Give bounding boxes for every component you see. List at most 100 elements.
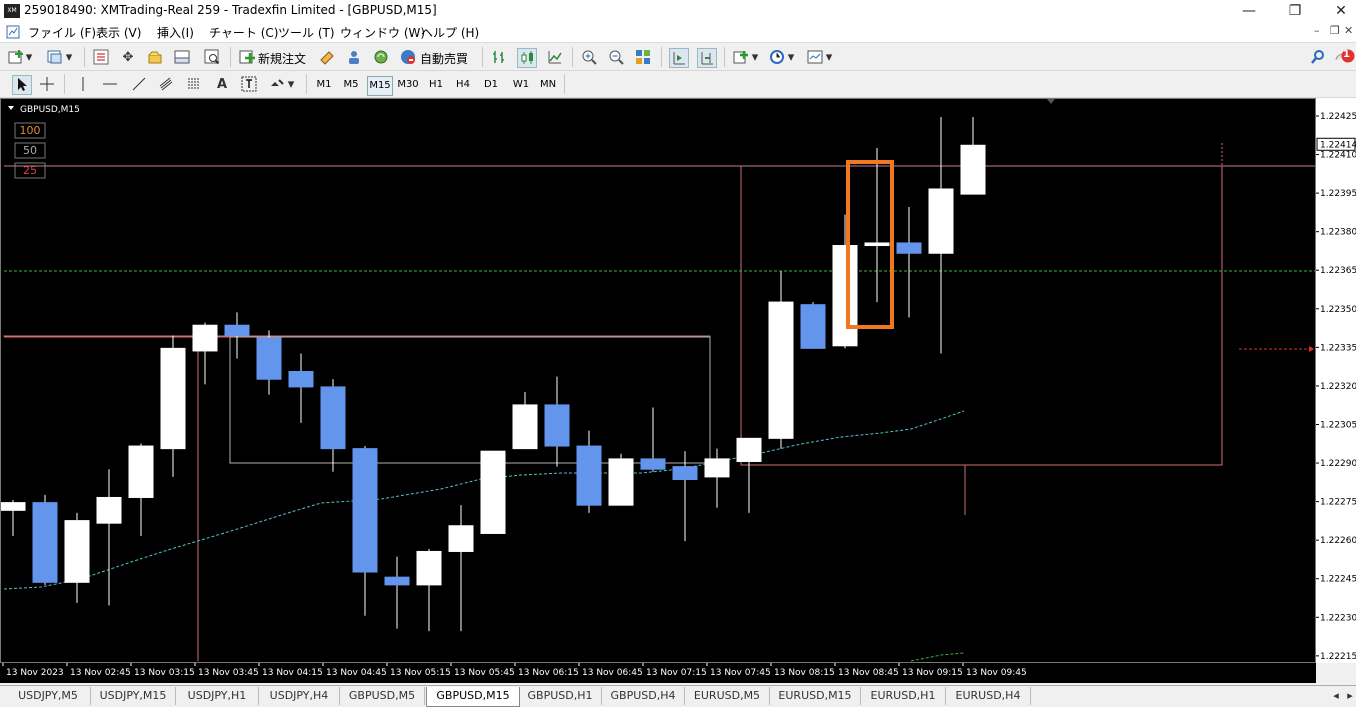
menu-chart[interactable]: チャート (C) (209, 24, 278, 41)
tab-usdjpy-h4[interactable]: USDJPY,H4 (259, 687, 340, 705)
tab-eurusd-m15[interactable]: EURUSD,M15 (770, 687, 861, 705)
tab-eurusd-m5[interactable]: EURUSD,M5 (685, 687, 770, 705)
fibonacci-icon[interactable] (185, 75, 203, 93)
timeframe-w1[interactable]: W1 (510, 76, 532, 94)
menu-help[interactable]: ヘルプ (H) (421, 24, 479, 41)
tab-scroll-left-icon[interactable]: ◂ (1330, 687, 1342, 705)
bear-candle-body (641, 459, 665, 469)
bull-candle-body (865, 243, 889, 246)
tab-usdjpy-h1[interactable]: USDJPY,H1 (176, 687, 259, 705)
x-tick-label: 13 Nov 07:15 (646, 668, 707, 678)
y-tick-label: 1.22260 (1320, 536, 1356, 546)
timeframe-m15[interactable]: M15 (367, 76, 393, 96)
profiles-icon[interactable] (46, 48, 64, 66)
menu-tools[interactable]: ツール (T) (278, 24, 335, 41)
data-window-icon[interactable]: ✥ (119, 48, 137, 66)
auto-trading-button[interactable]: 自動売買 (420, 50, 468, 67)
auto-trading-icon[interactable] (399, 48, 417, 66)
chart-menu-icon[interactable] (8, 106, 14, 110)
tab-eurusd-h1[interactable]: EURUSD,H1 (861, 687, 946, 705)
terminal-icon[interactable] (173, 48, 191, 66)
navigator-icon[interactable] (146, 48, 164, 66)
tab-gbpusd-h1[interactable]: GBPUSD,H1 (519, 687, 602, 705)
tab-gbpusd-m15[interactable]: GBPUSD,M15 (426, 687, 520, 707)
metaeditor-icon[interactable] (318, 48, 336, 66)
menu-view[interactable]: 表示 (V) (96, 24, 141, 41)
drawing-toolbar: A ▾ M1 M5 M15 M30 H1 H4 D1 W1 MN (0, 71, 1356, 98)
indicators-dropdown-icon[interactable]: ▾ (750, 48, 760, 66)
templates-dropdown-icon[interactable]: ▾ (824, 48, 834, 66)
line-chart-icon[interactable] (546, 48, 564, 66)
bear-candle-body (225, 325, 249, 335)
crosshair-icon[interactable] (38, 75, 56, 93)
arrows-dropdown-icon[interactable]: ▾ (286, 75, 296, 93)
price-axis[interactable]: 1.224251.224101.223951.223801.223651.223… (1316, 98, 1356, 663)
strategy-tester-icon[interactable] (203, 48, 221, 66)
timeframe-m1[interactable]: M1 (314, 76, 334, 94)
chart-shift-icon[interactable] (697, 48, 717, 68)
mdi-restore-button[interactable]: ❐ (1330, 24, 1340, 37)
notifications-icon[interactable]: 1 (1334, 48, 1356, 66)
timeframe-mn[interactable]: MN (537, 76, 559, 94)
mdi-close-button[interactable]: ✕ (1344, 24, 1353, 37)
profiles-dropdown-icon[interactable]: ▾ (64, 48, 74, 66)
timeframe-h1[interactable]: H1 (426, 76, 446, 94)
x-tick-label: 13 Nov 07:45 (710, 668, 771, 678)
horizontal-line-icon[interactable] (101, 75, 119, 93)
indicators-icon[interactable] (732, 48, 750, 66)
timeframe-d1[interactable]: D1 (481, 76, 501, 94)
candlestick-chart-icon[interactable] (517, 48, 537, 68)
red-arrow-icon (1309, 346, 1314, 352)
auto-scroll-icon[interactable] (669, 48, 689, 68)
bar-chart-icon[interactable] (490, 48, 508, 66)
arrows-icon[interactable] (268, 75, 286, 93)
menu-insert[interactable]: 挿入(I) (157, 24, 194, 41)
chart-area[interactable]: GBPUSD,M15 100 50 25 (0, 98, 1316, 663)
new-order-button[interactable]: 新規注文 (258, 50, 306, 67)
candle (897, 207, 921, 318)
timeframe-m5[interactable]: M5 (341, 76, 361, 94)
candle (737, 438, 761, 513)
timeframe-m30[interactable]: M30 (396, 76, 420, 94)
close-button[interactable]: ✕ (1318, 0, 1356, 22)
candlestick-chart[interactable]: GBPUSD,M15 100 50 25 (1, 99, 1315, 662)
maximize-button[interactable]: ❐ (1272, 0, 1318, 22)
tab-gbpusd-h4[interactable]: GBPUSD,H4 (602, 687, 685, 705)
new-chart-dropdown-icon[interactable]: ▾ (24, 48, 34, 66)
zoom-out-icon[interactable] (607, 48, 625, 66)
market-watch-icon[interactable] (92, 48, 110, 66)
consolidation-box[interactable] (230, 337, 710, 463)
vertical-line-icon[interactable] (74, 75, 92, 93)
new-order-icon[interactable] (238, 48, 256, 66)
tab-scroll-right-icon[interactable]: ▸ (1344, 687, 1356, 705)
periods-dropdown-icon[interactable]: ▾ (786, 48, 796, 66)
text-tool-icon[interactable]: A (213, 75, 231, 93)
menu-file[interactable]: ファイル (F) (28, 24, 96, 41)
time-axis[interactable]: 13 Nov 202313 Nov 02:4513 Nov 03:1513 No… (0, 663, 1316, 683)
equidistant-channel-icon[interactable] (157, 75, 175, 93)
y-tick-label: 1.22425 (1320, 112, 1356, 122)
community-icon[interactable] (345, 48, 363, 66)
chart-window-icon[interactable] (6, 25, 20, 39)
bear-candle-body (577, 446, 601, 505)
templates-icon[interactable] (806, 48, 824, 66)
zoom-in-icon[interactable] (580, 48, 598, 66)
bull-candle-body (609, 459, 633, 505)
chart-shift-marker[interactable] (1047, 99, 1055, 104)
minimize-button[interactable]: — (1226, 0, 1272, 22)
tab-gbpusd-m5[interactable]: GBPUSD,M5 (340, 687, 425, 705)
tab-usdjpy-m5[interactable]: USDJPY,M5 (6, 687, 91, 705)
signals-icon[interactable] (372, 48, 390, 66)
cursor-icon[interactable] (12, 75, 32, 95)
tab-usdjpy-m15[interactable]: USDJPY,M15 (91, 687, 176, 705)
text-label-icon[interactable] (240, 75, 258, 93)
candle (65, 513, 89, 603)
trendline-icon[interactable] (130, 75, 148, 93)
search-icon[interactable] (1309, 48, 1327, 66)
timeframe-h4[interactable]: H4 (453, 76, 473, 94)
tab-eurusd-h4[interactable]: EURUSD,H4 (946, 687, 1031, 705)
mdi-minimize-button[interactable]: – (1314, 24, 1320, 37)
menu-window[interactable]: ウィンドウ (W) (340, 24, 425, 41)
tile-windows-icon[interactable] (634, 48, 652, 66)
periods-clock-icon[interactable] (768, 48, 786, 66)
